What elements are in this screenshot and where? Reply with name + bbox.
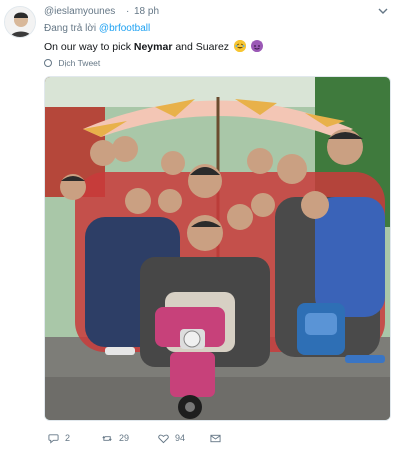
text-before: On our way to pick <box>44 41 131 53</box>
globe-icon <box>44 59 52 67</box>
text-bold: Neymar <box>133 41 173 53</box>
tweet-time[interactable]: 18 ph <box>134 6 159 17</box>
retweet-count: 29 <box>119 433 130 443</box>
tweet-text: On our way to pick Neymar and Suarez <box>44 40 263 53</box>
heart-icon <box>158 434 169 443</box>
retweet-button[interactable]: 29 <box>102 432 129 444</box>
reply-icon <box>48 433 59 444</box>
translate-tweet-link[interactable]: Dịch Tweet <box>44 58 100 68</box>
retweet-icon <box>102 435 112 441</box>
envelope-icon <box>210 434 221 442</box>
separator-dot: · <box>126 6 130 17</box>
translate-label: Dịch Tweet <box>58 58 101 68</box>
direct-message-button[interactable] <box>210 432 227 444</box>
smiling-devil-emoji-icon <box>250 40 263 52</box>
reply-to-link[interactable]: @brfootball <box>99 23 150 34</box>
user-handle[interactable]: @ieslamyounes <box>44 6 115 17</box>
avatar[interactable] <box>4 6 36 38</box>
tweet-card[interactable]: @ieslamyounes · 18 ph Đang trả lời @brfo… <box>0 0 398 450</box>
like-count: 94 <box>175 433 186 443</box>
text-after: and Suarez <box>175 41 230 53</box>
reply-count: 2 <box>65 433 71 443</box>
reply-button[interactable]: 2 <box>48 432 70 444</box>
tweet-photo[interactable] <box>44 76 391 421</box>
chevron-down-icon[interactable] <box>378 6 388 16</box>
reply-context: Đang trả lời @brfootball <box>44 23 150 34</box>
user-photo-icon <box>5 7 35 37</box>
like-button[interactable]: 94 <box>158 432 185 444</box>
laughing-emoji-icon <box>233 40 246 52</box>
reply-prefix: Đang trả lời <box>44 23 97 34</box>
photo-illustration <box>45 77 390 420</box>
tweet-header: @ieslamyounes · 18 ph <box>44 6 398 20</box>
